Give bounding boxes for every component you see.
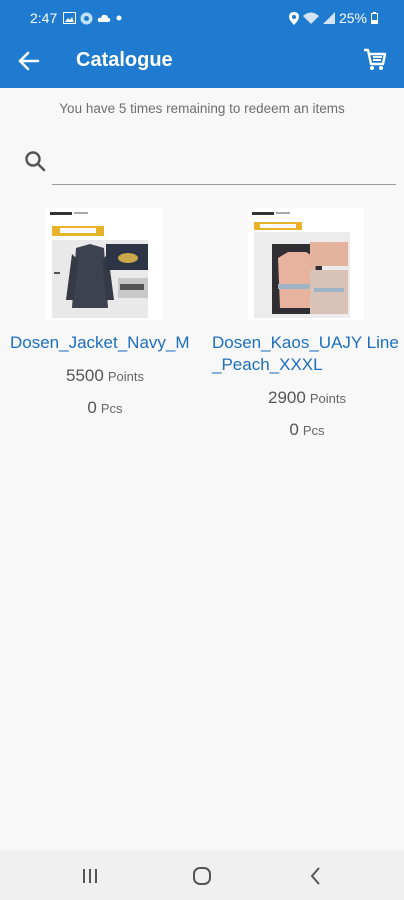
back-nav-icon[interactable] [304,864,328,888]
status-icons-left [63,11,123,25]
system-nav-bar [0,850,404,900]
points-unit: Points [107,369,144,384]
status-time: 2:47 [30,10,58,26]
back-button[interactable] [16,48,44,74]
product-card[interactable]: Dosen_Jacket_Navy_M 5500 Points 0 Pcs [10,208,200,418]
page-title: Catalogue [76,49,173,71]
quantity-value: 0 [87,398,97,417]
search-icon [25,151,46,172]
product-name[interactable]: Dosen_Kaos_UAJY Line_Peach_XXXL [212,332,402,376]
product-name[interactable]: Dosen_Jacket_Navy_M [10,332,200,354]
status-bar: 2:47 25% [0,0,404,34]
product-image [248,208,364,320]
cart-icon [364,48,387,70]
battery-text: 25% [338,10,367,26]
cloud-icon [97,14,111,22]
battery-icon [371,12,378,24]
status-right: 25% [288,10,378,26]
recent-apps-icon[interactable] [78,864,102,888]
search-input[interactable] [52,148,396,185]
points-row: 2900 Points [212,388,402,408]
tshirt-image-icon [248,208,364,320]
home-icon[interactable] [190,864,214,888]
product-image [46,208,162,320]
jacket-image-icon [46,208,162,320]
image-icon [63,12,76,24]
cart-button[interactable] [362,47,388,73]
points-value: 2900 [268,388,306,407]
back-arrow-icon [18,51,40,71]
points-unit: Points [309,391,346,406]
location-icon [288,11,299,25]
quantity-row: 0 Pcs [10,398,200,418]
quantity-row: 0 Pcs [212,420,402,440]
points-value: 5500 [66,366,104,385]
quantity-value: 0 [289,420,299,439]
circle-icon [80,12,93,24]
dot-icon [116,15,122,21]
quantity-unit: Pcs [100,401,123,416]
wifi-icon [302,12,319,24]
quantity-unit: Pcs [302,423,325,438]
app-bar: Catalogue [0,34,404,88]
product-card[interactable]: Dosen_Kaos_UAJY Line_Peach_XXXL 2900 Poin… [212,208,402,440]
signal-icon [322,12,335,24]
points-row: 5500 Points [10,366,200,386]
redeem-remaining-text: You have 5 times remaining to redeem an … [59,101,345,116]
